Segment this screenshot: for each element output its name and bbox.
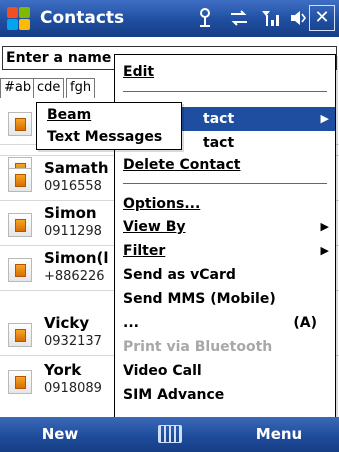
contact-name: Simon	[44, 204, 97, 222]
menu-item-label: SIM Advance	[123, 387, 225, 403]
contact-name: Samath	[44, 159, 109, 177]
antenna-icon[interactable]	[196, 6, 214, 30]
menu-item-print-bluetooth: Print via Bluetooth	[115, 335, 335, 359]
search-input-text: Enter a name	[6, 50, 112, 66]
menu-item-label: Print via Bluetooth	[123, 339, 273, 355]
menu-item-label: Delete Contact	[123, 157, 241, 173]
close-button[interactable]: ✕	[309, 5, 335, 31]
contact-card-icon	[8, 323, 32, 347]
menu-button[interactable]: Menu	[219, 417, 339, 452]
alpha-tab-ab[interactable]: #ab	[0, 78, 36, 98]
menu-item-label: ...	[123, 315, 139, 331]
menu-item-view-by[interactable]: View By ▶	[115, 215, 335, 239]
contact-number: 0916558	[44, 179, 102, 194]
contact-card-icon	[8, 112, 32, 136]
alpha-tab-cde[interactable]: cde	[33, 78, 65, 98]
menu-item-label: Edit	[123, 64, 155, 80]
speaker-icon[interactable]	[289, 6, 309, 30]
submenu-item-beam[interactable]: Beam	[37, 104, 181, 126]
submenu-item-label: Text Messages	[47, 129, 163, 145]
soft-key-bar: New Menu	[0, 417, 339, 452]
page-title: Contacts	[40, 8, 125, 28]
menu-separator	[123, 91, 327, 92]
contact-name: Simon(l	[44, 249, 109, 267]
contact-number: +886226	[44, 269, 105, 284]
menu-item-label: Filter	[123, 243, 166, 259]
contact-name: York	[44, 361, 82, 379]
chevron-right-icon: ▶	[320, 244, 329, 257]
menu-item-delete-contact[interactable]: Delete Contact	[115, 153, 335, 177]
menu-item-label: Send MMS (Mobile)	[123, 291, 276, 307]
contact-number: 0918089	[44, 381, 102, 396]
menu-item-video-call[interactable]: Video Call	[115, 359, 335, 383]
menu-item-label: Video Call	[123, 363, 202, 379]
menu-item-edit[interactable]: Edit	[115, 60, 335, 84]
menu-item-label: View By	[123, 219, 186, 235]
send-contact-submenu: Beam Text Messages	[36, 102, 182, 150]
menu-item-label: tact	[203, 135, 235, 151]
windows-start-icon[interactable]	[6, 6, 32, 32]
menu-item-send-vcard[interactable]: Send as vCard	[115, 263, 335, 287]
menu-item-filter[interactable]: Filter ▶	[115, 239, 335, 263]
contact-number: 0911298	[44, 224, 102, 239]
chevron-right-icon: ▶	[320, 220, 329, 233]
signal-icon[interactable]	[260, 6, 282, 30]
alpha-tab-fgh[interactable]: fgh	[66, 78, 96, 98]
title-bar: Contacts ✕	[0, 0, 339, 37]
menu-item-send-mms[interactable]: Send MMS (Mobile)	[115, 287, 335, 311]
menu-item-label: tact	[203, 111, 235, 127]
menu-item-sim-advance[interactable]: SIM Advance	[115, 383, 335, 407]
menu-item-label: Options...	[123, 196, 201, 212]
submenu-item-label: Beam	[47, 107, 92, 123]
menu-item-options[interactable]: Options...	[115, 192, 335, 216]
contact-card-icon	[8, 370, 32, 394]
chevron-right-icon: ▶	[320, 112, 329, 125]
sync-icon[interactable]	[228, 6, 250, 30]
contact-card-icon	[8, 213, 32, 237]
menu-separator	[123, 183, 327, 184]
keyboard-icon[interactable]	[158, 425, 182, 443]
contact-card-icon	[8, 258, 32, 282]
contact-name: Vicky	[44, 314, 90, 332]
submenu-item-text-messages[interactable]: Text Messages	[37, 126, 181, 148]
contact-card-icon	[8, 168, 32, 192]
menu-item-more[interactable]: ... (A)	[115, 311, 335, 335]
menu-item-label: Send as vCard	[123, 267, 236, 283]
menu-item-shortcut: (A)	[293, 315, 317, 331]
contact-number: 0932137	[44, 334, 102, 349]
new-button[interactable]: New	[0, 417, 120, 452]
